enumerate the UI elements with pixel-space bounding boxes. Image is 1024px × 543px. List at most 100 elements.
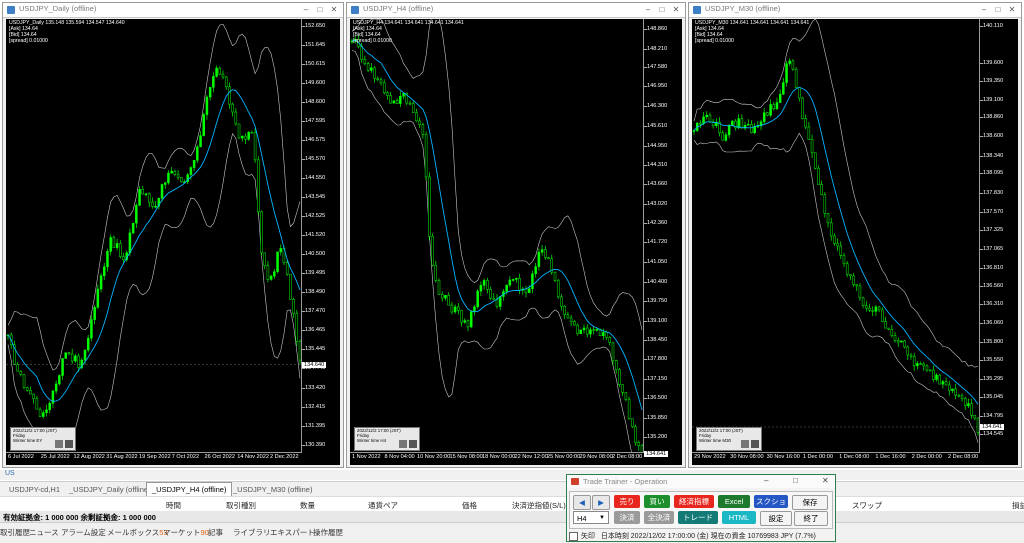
maximize-icon[interactable]: □ (793, 476, 798, 485)
price-chart[interactable]: USDJPY_H4 134.641 134.641 134.641 134.64… (350, 19, 682, 465)
tab-news[interactable]: ニュース (29, 527, 59, 538)
column-header[interactable]: 数量 (300, 500, 315, 511)
trade-trainer-window[interactable]: Trade Trainer - Operation – □ ✕ ◀ ▶ 売り 買… (566, 474, 836, 542)
price-axis[interactable]: 140.110 139.600 139.350 139.100 138.860 138.6… (979, 19, 1018, 465)
candle-body (614, 360, 618, 370)
candle-body (266, 265, 270, 280)
save-button[interactable]: 保存 (792, 495, 828, 510)
candle-body (585, 327, 589, 335)
maximize-icon[interactable]: □ (313, 3, 327, 17)
tab-market[interactable]: マーケット90 (163, 527, 209, 538)
arrow-checkbox[interactable] (569, 531, 578, 541)
candle-body (434, 264, 438, 281)
candle-body (205, 96, 209, 115)
price-tick-label: 136.810 (979, 264, 1004, 271)
column-header[interactable]: 決済逆指値(S/L) (512, 500, 566, 511)
excel-button[interactable]: Excel (718, 495, 750, 508)
tab-chart[interactable]: _USDJPY_Daily (offline) (64, 483, 156, 496)
time-axis[interactable]: 29 Nov 2022 30 Nov 08:00 30 Nov 16:00 1 Dec… (692, 452, 980, 465)
candle-body (727, 124, 731, 136)
close-icon[interactable]: ✕ (822, 476, 829, 485)
time-tick-label: 25 Jul 2022 (40, 454, 70, 460)
tab-chart[interactable]: USDJPY-cd,H1 (4, 483, 65, 496)
candle-body (951, 388, 954, 391)
html-button[interactable]: HTML (722, 511, 756, 524)
tab-experts[interactable]: エキスパート (270, 527, 315, 538)
settings-button[interactable]: 設定 (760, 511, 792, 526)
tab-chart-active[interactable]: _USDJPY_H4 (offline) (146, 482, 233, 496)
maximize-icon[interactable]: □ (991, 3, 1005, 17)
chart-window-h4[interactable]: USDJPY_H4 (offline) – □ ✕ USDJPY_H4 134.… (346, 2, 686, 468)
square-icon[interactable] (399, 440, 407, 448)
square-icon[interactable] (55, 440, 63, 448)
square-icon[interactable] (65, 440, 73, 448)
time-axis[interactable]: 6 Jul 2022 25 Jul 2022 12 Aug 2022 31 Aug 2… (6, 452, 302, 465)
column-header[interactable]: 損益 (1012, 500, 1024, 511)
maximize-icon[interactable]: □ (655, 3, 669, 17)
candle-body (637, 442, 641, 447)
candle-body (692, 130, 696, 132)
candle-body (553, 271, 557, 281)
candle-body (762, 112, 766, 123)
sell-button[interactable]: 売り (614, 495, 640, 508)
tab-journal[interactable]: 操作履歴 (313, 527, 343, 538)
square-icon[interactable] (741, 440, 749, 448)
column-header[interactable]: 価格 (462, 500, 477, 511)
settle-all-button[interactable]: 全決済 (644, 511, 674, 524)
square-icon[interactable] (751, 440, 759, 448)
candle-body (147, 193, 151, 203)
screenshot-button[interactable]: スクショ (754, 495, 788, 508)
column-header[interactable]: 時間 (166, 500, 181, 511)
column-header[interactable]: 通貨ペア (368, 500, 398, 511)
window-titlebar[interactable]: USDJPY_H4 (offline) – □ ✕ (347, 3, 685, 18)
tab-articles[interactable]: 記事 (208, 527, 223, 538)
exit-button[interactable]: 終了 (794, 511, 828, 526)
tab-alerts[interactable]: アラーム設定 (61, 527, 106, 538)
minimize-icon[interactable]: – (641, 3, 655, 17)
close-icon[interactable]: ✕ (1005, 3, 1019, 17)
candle-body (881, 309, 884, 322)
next-bar-button[interactable]: ▶ (592, 495, 610, 510)
column-header[interactable]: 取引種別 (226, 500, 256, 511)
trade-button[interactable]: トレード (678, 511, 718, 524)
minimize-icon[interactable]: – (764, 476, 768, 485)
column-header[interactable]: スワップ (852, 500, 882, 511)
chevron-down-icon: ▼ (599, 515, 605, 521)
timeframe-select[interactable]: H4 ▼ (573, 511, 609, 524)
settle-button[interactable]: 決済 (614, 511, 640, 524)
price-axis[interactable]: 152.650 151.645 150.615 149.600 148.600 147.5… (301, 19, 340, 465)
tab-chart[interactable]: _USDJPY_M30 (offline) (228, 483, 317, 496)
tab-mailbox[interactable]: メールボックス53 (107, 527, 168, 538)
time-axis[interactable]: 1 Nov 2022 8 Nov 04:00 10 Nov 20:00 15 Nov … (350, 452, 644, 465)
candle-body (457, 306, 460, 311)
window-titlebar[interactable]: USDJPY_M30 (offline) – □ ✕ (689, 3, 1021, 18)
chart-window-daily[interactable]: USDJPY_Daily (offline) – □ ✕ USDJPY_Dail… (2, 2, 344, 468)
economic-indicators-button[interactable]: 経済指標 (674, 495, 714, 508)
trade-trainer-titlebar[interactable]: Trade Trainer - Operation – □ ✕ (567, 475, 835, 488)
price-axis[interactable]: 148.860 148.210 147.580 146.950 146.300 145.6… (643, 19, 682, 465)
candle-body (363, 59, 367, 64)
prev-bar-button[interactable]: ◀ (573, 495, 591, 510)
close-icon[interactable]: ✕ (669, 3, 683, 17)
candle-body (627, 399, 631, 420)
candle-body (154, 205, 157, 208)
minimize-icon[interactable]: – (977, 3, 991, 17)
price-tick-label: 148.600 (301, 98, 326, 105)
candle-body (861, 297, 865, 306)
minimize-icon[interactable]: – (299, 3, 313, 17)
candle-body (544, 249, 547, 258)
tab-trade-history[interactable]: 取引履歴 (0, 527, 30, 538)
window-titlebar[interactable]: USDJPY_Daily (offline) – □ ✕ (3, 3, 343, 18)
buy-button[interactable]: 買い (644, 495, 670, 508)
chart-window-m30[interactable]: USDJPY_M30 (offline) – □ ✕ USDJPY_M30 13… (688, 2, 1022, 468)
tab-library[interactable]: ライブラリ (233, 527, 271, 538)
candle-body (295, 313, 299, 342)
spread-line: [spread] 0.01000 (695, 38, 734, 44)
square-icon[interactable] (409, 440, 417, 448)
candle-body (479, 285, 483, 292)
candle-body (801, 97, 804, 119)
candle-body (731, 120, 734, 126)
price-chart[interactable]: USDJPY_M30 134.641 134.641 134.641 134.6… (692, 19, 1018, 465)
close-icon[interactable]: ✕ (327, 3, 341, 17)
price-chart[interactable]: USDJPY_Daily 135.148 135.594 134.547 134… (6, 19, 340, 465)
